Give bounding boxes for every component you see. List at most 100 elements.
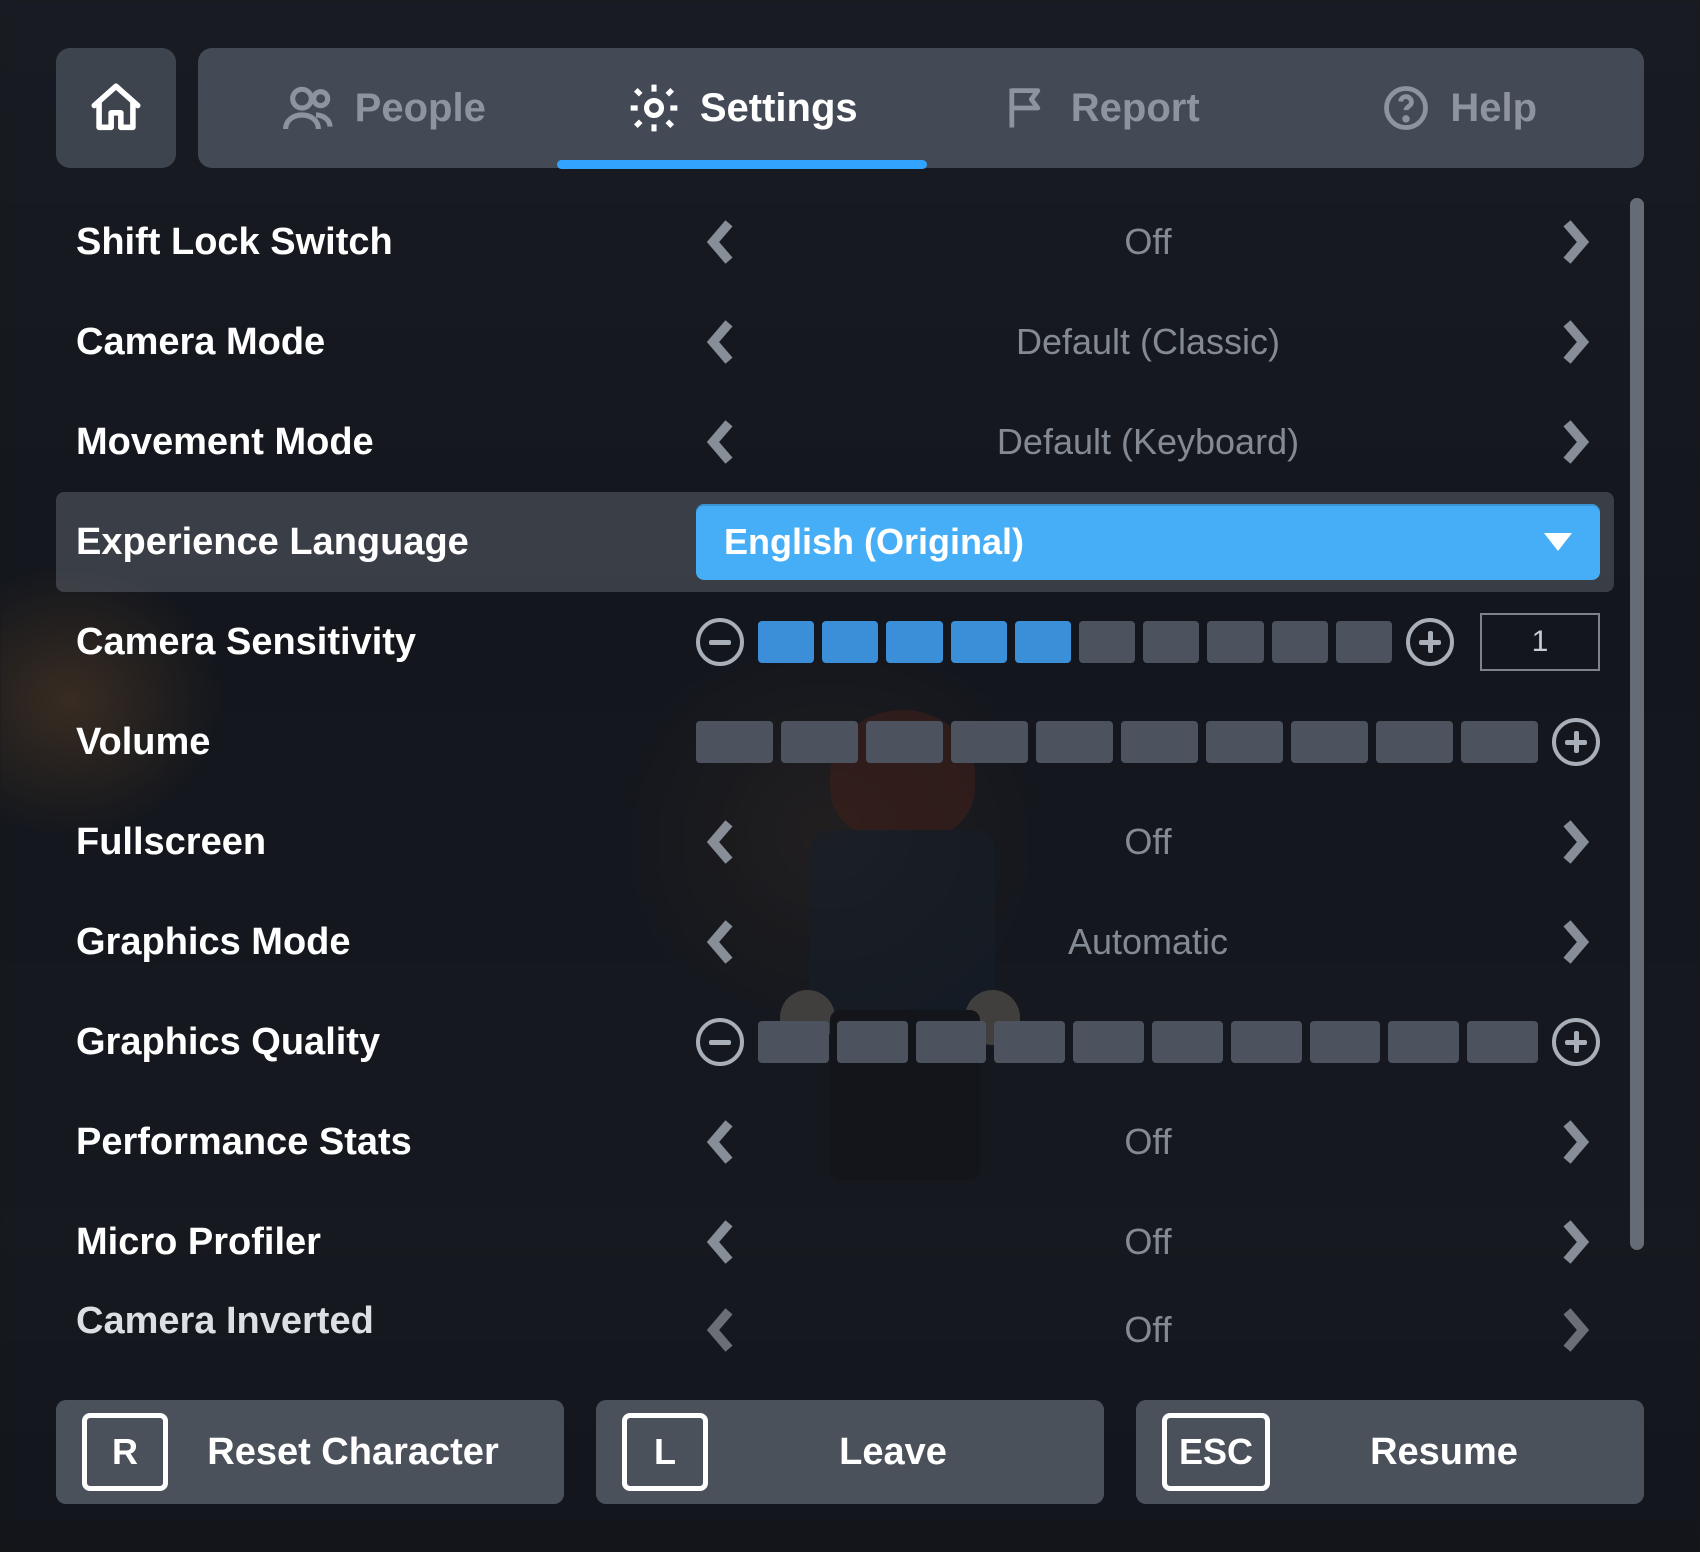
level-segment [866,721,943,763]
level-segment [1336,621,1392,663]
setting-row-gfx_mode: Graphics ModeAutomatic [56,892,1614,992]
setting-row-gfx_quality: Graphics Quality [56,992,1614,1092]
setting-label: Movement Mode [76,421,696,464]
chevron-left-icon[interactable] [696,412,746,472]
level-segment [1079,621,1135,663]
level-segment [951,621,1007,663]
value-input[interactable]: 1 [1480,613,1600,671]
level-segment [1206,721,1283,763]
chevron-right-icon[interactable] [1550,812,1600,872]
setting-label: Fullscreen [76,821,696,864]
chooser-control: Default (Classic) [696,312,1600,372]
keycap-r: R [82,1413,168,1491]
flag-icon [1001,82,1053,134]
tab-people[interactable]: People [204,48,563,168]
chevron-right-icon[interactable] [1550,1112,1600,1172]
action-label: Resume [1270,1431,1618,1474]
tab-underline [557,160,927,169]
level-segment [1036,721,1113,763]
setting-row-perf_stats: Performance StatsOff [56,1092,1614,1192]
reset-character-button[interactable]: R Reset Character [56,1400,564,1504]
decrement-button[interactable] [696,618,744,666]
help-icon [1380,82,1432,134]
action-bar: R Reset Character L Leave ESC Resume [56,1400,1644,1504]
chevron-left-icon[interactable] [696,212,746,272]
keycap-l: L [622,1413,708,1491]
level-segment [1207,621,1263,663]
chooser-value: Default (Keyboard) [746,421,1550,463]
gear-icon [626,80,682,136]
setting-label: Micro Profiler [76,1221,696,1264]
increment-button[interactable] [1552,718,1600,766]
leave-button[interactable]: L Leave [596,1400,1104,1504]
people-icon [281,80,337,136]
setting-label: Graphics Mode [76,921,696,964]
chevron-left-icon[interactable] [696,1300,746,1360]
decrement-button[interactable] [696,1018,744,1066]
game-menu: People Settings Report [0,0,1700,1552]
stepper-control [696,1018,1600,1066]
chooser-control: Off [696,1212,1600,1272]
settings-panel: Shift Lock SwitchOffCamera ModeDefault (… [56,192,1644,1552]
chevron-left-icon[interactable] [696,312,746,372]
level-segment [1310,1021,1381,1063]
level-segment [822,621,878,663]
level-segment [1376,721,1453,763]
chooser-control: Default (Keyboard) [696,412,1600,472]
chevron-left-icon[interactable] [696,812,746,872]
tab-settings[interactable]: Settings [563,48,922,168]
home-button[interactable] [56,48,176,168]
level-bar[interactable] [758,621,1392,663]
tab-label: Settings [700,86,858,131]
level-segment [1272,621,1328,663]
level-segment [916,1021,987,1063]
action-label: Leave [708,1431,1078,1474]
dropdown-wrap: English (Original) [696,504,1600,580]
level-segment [951,721,1028,763]
setting-label: Volume [76,721,696,764]
chevron-right-icon[interactable] [1550,1212,1600,1272]
level-segment [1388,1021,1459,1063]
chooser-value: Off [746,221,1550,263]
level-bar[interactable] [758,1021,1538,1063]
level-segment [1291,721,1368,763]
chevron-right-icon[interactable] [1550,1300,1600,1360]
setting-label: Graphics Quality [76,1021,696,1064]
setting-row-camera_mode: Camera ModeDefault (Classic) [56,292,1614,392]
setting-row-micro_prof: Micro ProfilerOff [56,1192,1614,1292]
chooser-control: Off [696,812,1600,872]
level-segment [1121,721,1198,763]
tab-report[interactable]: Report [921,48,1280,168]
setting-row-move_mode: Movement Mode Default (Keyboard) [56,392,1614,492]
level-segment [1152,1021,1223,1063]
increment-button[interactable] [1552,1018,1600,1066]
settings-list: Shift Lock SwitchOffCamera ModeDefault (… [56,192,1614,1552]
level-segment [696,721,773,763]
top-bar: People Settings Report [56,48,1644,168]
setting-row-cam_sens: Camera Sensitivity1 [56,592,1614,692]
chevron-right-icon[interactable] [1550,312,1600,372]
setting-label: Performance Stats [76,1121,696,1164]
tab-help[interactable]: Help [1280,48,1639,168]
setting-row-exp_lang: Experience LanguageEnglish (Original) [56,492,1614,592]
chevron-right-icon[interactable] [1550,212,1600,272]
chooser-value: Off [746,821,1550,863]
level-bar[interactable] [696,721,1538,763]
chevron-left-icon[interactable] [696,1112,746,1172]
action-label: Reset Character [168,1431,538,1474]
chooser-control: Off [696,1112,1600,1172]
increment-button[interactable] [1406,618,1454,666]
chevron-right-icon[interactable] [1550,912,1600,972]
scrollbar-thumb[interactable] [1630,198,1644,1250]
resume-button[interactable]: ESC Resume [1136,1400,1644,1504]
chevron-right-icon[interactable] [1550,412,1600,472]
level-segment [1467,1021,1538,1063]
setting-row-cam_inv: Camera InvertedOff [56,1292,1614,1362]
language-dropdown[interactable]: English (Original) [696,504,1600,580]
level-segment [886,621,942,663]
chevron-left-icon[interactable] [696,912,746,972]
setting-label: Experience Language [76,521,696,564]
level-segment [1143,621,1199,663]
chevron-down-icon [1544,533,1572,551]
chevron-left-icon[interactable] [696,1212,746,1272]
